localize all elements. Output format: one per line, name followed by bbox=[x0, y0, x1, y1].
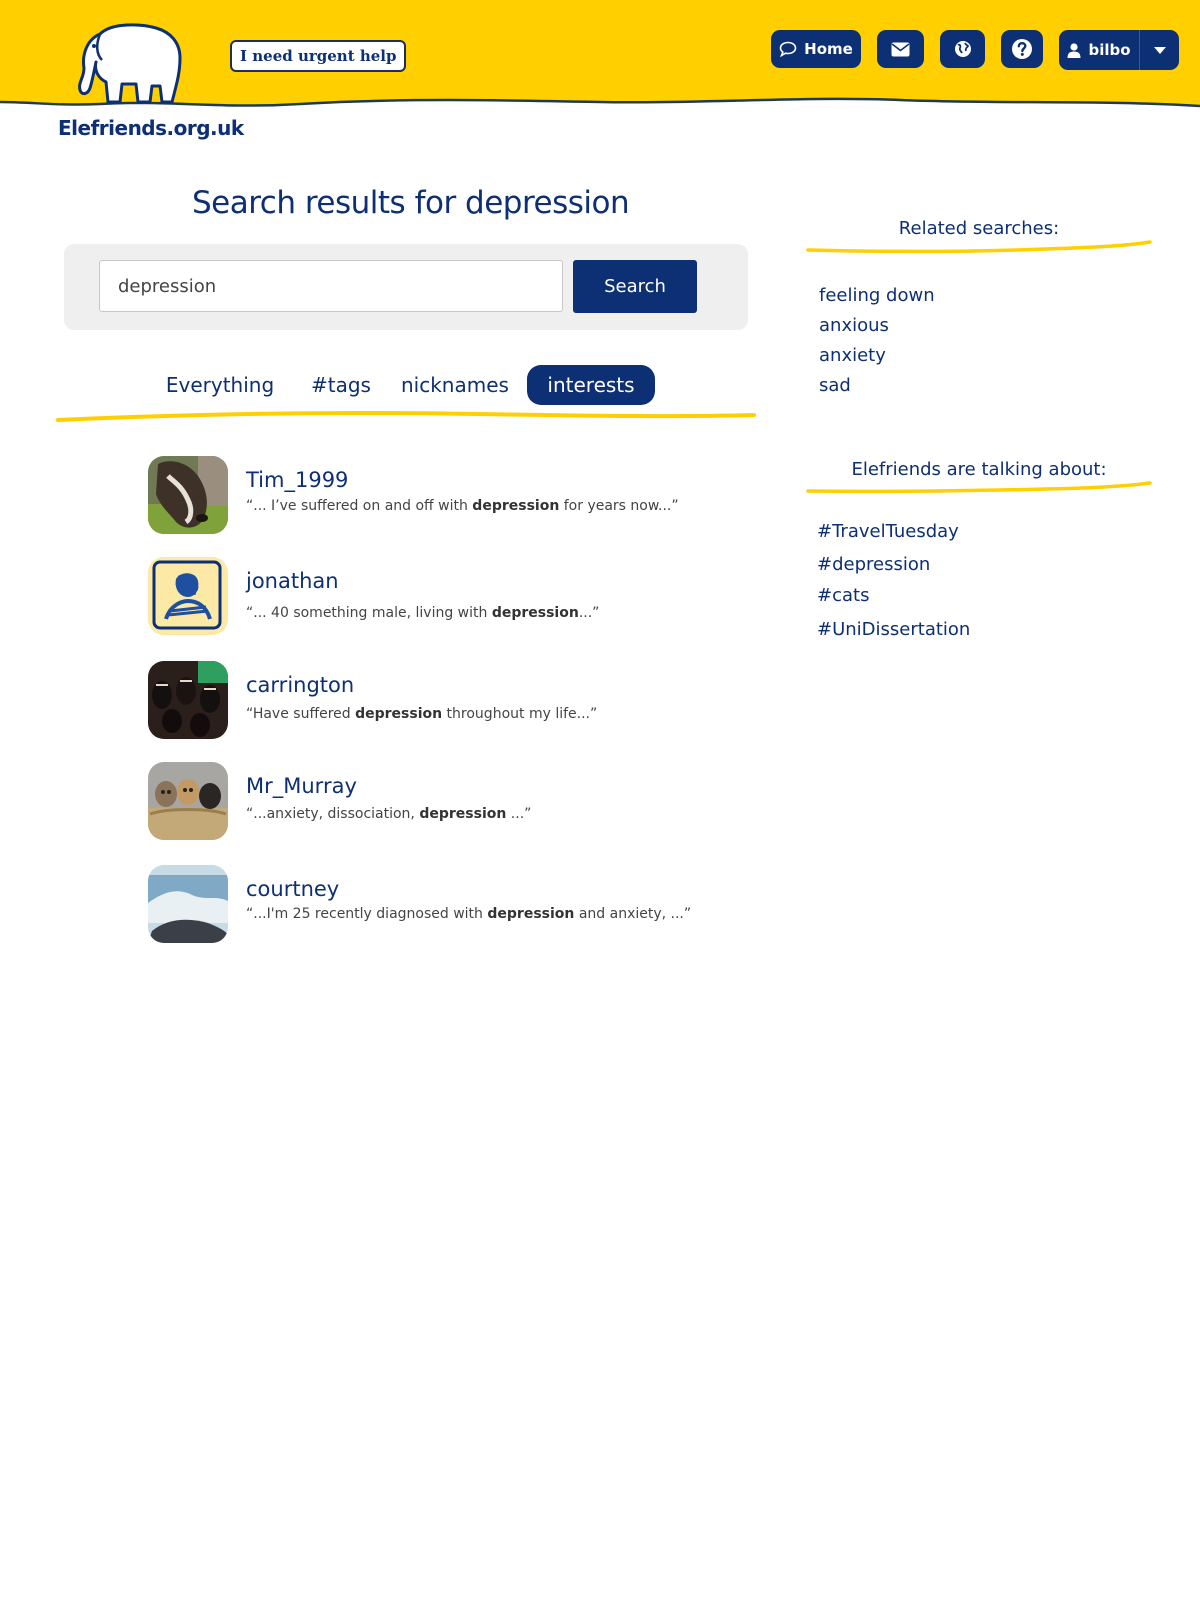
user-dropdown-toggle[interactable] bbox=[1140, 30, 1179, 70]
tab-nicknames[interactable]: nicknames bbox=[401, 365, 509, 405]
trending-tag-link[interactable]: #cats bbox=[817, 585, 869, 606]
envelope-icon bbox=[891, 42, 910, 56]
avatar[interactable] bbox=[148, 661, 228, 739]
explore-button[interactable] bbox=[940, 30, 985, 68]
avatar[interactable] bbox=[148, 557, 228, 635]
snippet-text: ...” bbox=[578, 605, 600, 621]
trending-tag-link[interactable]: #depression bbox=[817, 554, 930, 575]
site-header: Elefriends.org.uk I need urgent help Hom… bbox=[0, 0, 1200, 140]
search-input[interactable] bbox=[99, 260, 563, 312]
result-snippet: “... 40 something male, living with depr… bbox=[246, 605, 599, 621]
snippet-text: ...” bbox=[506, 806, 532, 822]
dog-photo-avatar bbox=[148, 456, 228, 534]
result-snippet: “...I'm 25 recently diagnosed with depre… bbox=[246, 906, 691, 922]
urgent-help-button[interactable]: I need urgent help bbox=[230, 40, 407, 72]
tabs-underline bbox=[56, 411, 756, 422]
username-label: bilbo bbox=[1088, 41, 1131, 59]
elephant-logo-icon[interactable] bbox=[72, 20, 188, 108]
home-label: Home bbox=[804, 40, 853, 58]
snippet-text: throughout my life...” bbox=[442, 706, 598, 722]
snippet-highlight: depression bbox=[419, 806, 507, 822]
tab-tags[interactable]: #tags bbox=[307, 365, 375, 405]
chat-bubble-icon bbox=[779, 41, 797, 57]
avatar[interactable] bbox=[148, 762, 228, 840]
user-profile-button[interactable]: bilbo bbox=[1059, 30, 1139, 70]
avatar[interactable] bbox=[148, 456, 228, 534]
talking-underline bbox=[806, 481, 1152, 494]
snippet-highlight: depression bbox=[355, 706, 443, 722]
snippet-highlight: depression bbox=[491, 605, 579, 621]
snippet-text: “...anxiety, dissociation, bbox=[246, 806, 420, 822]
globe-icon bbox=[954, 41, 971, 57]
related-search-link[interactable]: anxious bbox=[819, 315, 889, 336]
kittens-photo-avatar bbox=[148, 762, 228, 840]
avatar[interactable] bbox=[148, 865, 228, 943]
snippet-text: “...I'm 25 recently diagnosed with bbox=[246, 906, 488, 922]
home-button[interactable]: Home bbox=[771, 30, 861, 68]
result-nickname[interactable]: carrington bbox=[246, 673, 354, 697]
help-button[interactable] bbox=[1001, 30, 1043, 68]
scribble-portrait-avatar bbox=[148, 557, 228, 635]
tab-everything[interactable]: Everything bbox=[160, 365, 280, 405]
question-mark-icon bbox=[1012, 39, 1032, 59]
trending-tag-link[interactable]: #TravelTuesday bbox=[817, 521, 959, 542]
related-search-link[interactable]: sad bbox=[819, 375, 851, 396]
snippet-highlight: depression bbox=[472, 498, 560, 514]
knobs-photo-avatar bbox=[148, 661, 228, 739]
result-nickname[interactable]: jonathan bbox=[246, 569, 339, 593]
messages-button[interactable] bbox=[877, 30, 924, 68]
trending-tag-link[interactable]: #UniDissertation bbox=[817, 619, 970, 640]
user-icon bbox=[1067, 42, 1081, 58]
tab-interests[interactable]: interests bbox=[527, 365, 655, 405]
talking-about-title: Elefriends are talking about: bbox=[851, 459, 1107, 480]
snippet-highlight: depression bbox=[487, 906, 575, 922]
related-search-link[interactable]: anxiety bbox=[819, 345, 886, 366]
result-snippet: “... I’ve suffered on and off with depre… bbox=[246, 498, 679, 514]
search-button[interactable]: Search bbox=[573, 260, 697, 313]
caret-down-icon bbox=[1153, 46, 1166, 54]
snippet-text: “Have suffered bbox=[246, 706, 356, 722]
result-nickname[interactable]: courtney bbox=[246, 877, 339, 901]
sea-photo-avatar bbox=[148, 865, 228, 943]
site-name[interactable]: Elefriends.org.uk bbox=[58, 116, 244, 140]
result-nickname[interactable]: Mr_Murray bbox=[246, 774, 357, 798]
related-searches-title: Related searches: bbox=[898, 218, 1060, 239]
page-title: Search results for depression bbox=[192, 185, 630, 221]
result-snippet: “Have suffered depression throughout my … bbox=[246, 706, 597, 722]
snippet-text: “... I’ve suffered on and off with bbox=[246, 498, 473, 514]
related-underline bbox=[806, 240, 1152, 254]
snippet-text: “... 40 something male, living with bbox=[246, 605, 492, 621]
related-search-link[interactable]: feeling down bbox=[819, 285, 935, 306]
snippet-text: for years now...” bbox=[559, 498, 679, 514]
result-snippet: “...anxiety, dissociation, depression ..… bbox=[246, 806, 531, 822]
snippet-text: and anxiety, ...” bbox=[574, 906, 692, 922]
user-menu: bilbo bbox=[1059, 30, 1179, 70]
result-nickname[interactable]: Tim_1999 bbox=[246, 468, 348, 492]
